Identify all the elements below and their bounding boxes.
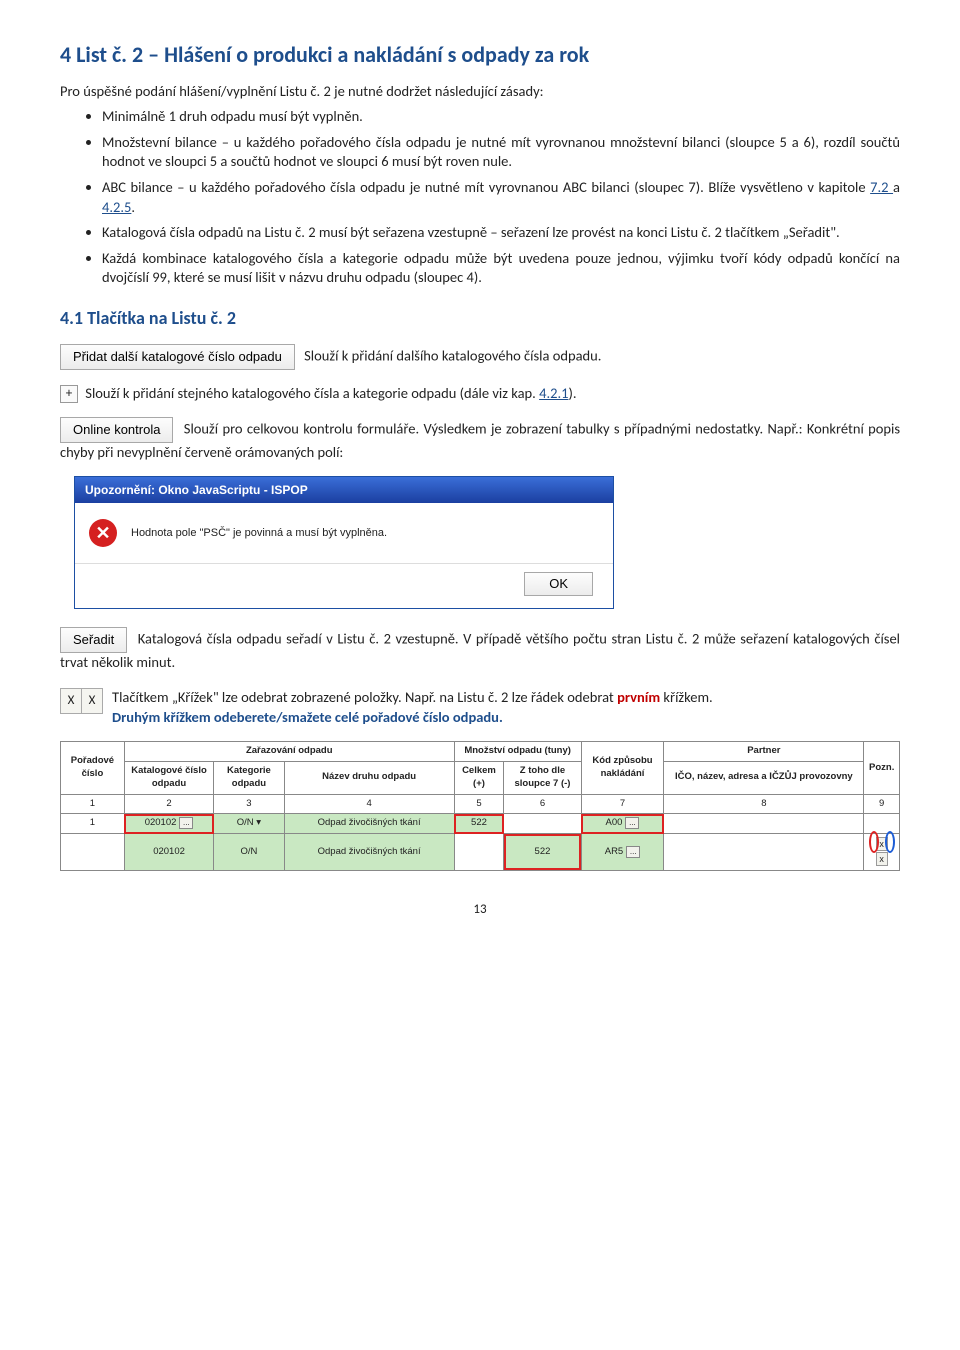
colnum-8: 8 [664, 794, 864, 814]
r2-ztoho[interactable]: 522 [504, 834, 581, 871]
col-poradove: Pořadové číslo [61, 742, 125, 794]
section-heading: 4 List č. 2 – Hlášení o produkci a naklá… [60, 40, 900, 70]
colgroup-partner: Partner [664, 742, 864, 762]
js-alert-dialog: Upozornění: Okno JavaScriptu - ISPOP ✕ H… [74, 476, 614, 609]
r1-pozn [864, 814, 900, 834]
r2-nazev: Odpad živočišných tkání [284, 834, 454, 871]
col-pozn: Pozn. [864, 742, 900, 794]
bullet-3-mid: a [893, 178, 900, 196]
bullet-1: Minimálně 1 druh odpadu musí být vyplněn… [102, 107, 900, 127]
r2-celkem [454, 834, 504, 871]
r1-partner [664, 814, 864, 834]
link-4-2-1[interactable]: 4.2.1 [539, 384, 568, 402]
bullet-4: Katalogová čísla odpadů na Listu č. 2 mu… [102, 223, 900, 243]
r1-kategorie[interactable]: O/N ▾ [214, 814, 284, 834]
x-desc-second: Druhým křížkem odeberete/smažete celé po… [112, 708, 503, 726]
waste-table: Pořadové číslo Zařazování odpadu Množstv… [60, 741, 900, 871]
x-desc-a: Tlačítkem „Křížek" lze odebrat zobrazené… [112, 688, 617, 706]
browse-button-kod[interactable]: ... [625, 817, 639, 829]
r1-kod[interactable]: A00... [581, 814, 664, 834]
colnum-4: 4 [284, 794, 454, 814]
column-numbers-row: 1 2 3 4 5 6 7 8 9 [61, 794, 900, 814]
subsection-heading: 4.1 Tlačítka na Listu č. 2 [60, 306, 900, 330]
r2-kod[interactable]: AR5... [581, 834, 664, 871]
link-7-2[interactable]: 7.2 [870, 178, 893, 196]
colgroup-mnozstvi: Množství odpadu (tuny) [454, 742, 581, 762]
r2-kod-value: AR5 [605, 846, 623, 857]
r1-katalogove[interactable]: 020102... [124, 814, 213, 834]
colgroup-zarazovani: Zařazování odpadu [124, 742, 454, 762]
dialog-ok-button[interactable]: OK [524, 572, 593, 596]
bullet-3: ABC bilance – u každého pořadového čísla… [102, 178, 900, 217]
x-desc-first: prvním [617, 688, 660, 706]
col-ico: IČO, název, adresa a IČZŮJ provozovny [664, 762, 864, 795]
x-button-2[interactable]: X [81, 688, 103, 714]
add-catalog-number-button[interactable]: Přidat další katalogové číslo odpadu [60, 344, 295, 370]
col-ztoho: Z toho dle sloupce 7 (-) [504, 762, 581, 795]
online-check-button[interactable]: Online kontrola [60, 417, 173, 443]
col-nazev: Název druhu odpadu [284, 762, 454, 795]
sort-desc: Katalogová čísla odpadu seřadí v Listu č… [60, 629, 900, 670]
error-icon: ✕ [89, 519, 117, 547]
bullet-2: Množstevní bilance – u každého pořadovéh… [102, 133, 900, 172]
row-delete-x2[interactable]: x [876, 852, 888, 866]
col-celkem: Celkem (+) [454, 762, 504, 795]
rules-list: Minimálně 1 druh odpadu musí být vyplněn… [60, 107, 900, 288]
browse-button[interactable]: ... [179, 817, 193, 829]
plus-desc-b: ). [568, 384, 576, 402]
r2-kategorie: O/N [214, 834, 284, 871]
plus-button[interactable]: + [60, 385, 78, 403]
browse-button-kod2[interactable]: ... [626, 846, 640, 858]
r1-kat-value: 020102 [145, 817, 177, 828]
r2-katalogove: 020102 [124, 834, 213, 871]
intro-text: Pro úspěšné podání hlášení/vyplnění List… [60, 82, 900, 102]
x-button-1[interactable]: X [60, 688, 82, 714]
link-4-2-5[interactable]: 4.2.5 [102, 198, 131, 216]
colnum-5: 5 [454, 794, 504, 814]
r2-partner [664, 834, 864, 871]
highlight-oval-blue [885, 831, 895, 853]
bullet-3-text: ABC bilance – u každého pořadového čísla… [102, 178, 870, 196]
r1-kateg-value: O/N [237, 817, 254, 828]
add-button-desc: Slouží k přidání dalšího katalogového čí… [304, 346, 601, 364]
data-row-2: 020102 O/N Odpad živočišných tkání 522 A… [61, 834, 900, 871]
col-kategorie: Kategorie odpadu [214, 762, 284, 795]
colnum-1: 1 [61, 794, 125, 814]
colnum-7: 7 [581, 794, 664, 814]
x-buttons-pair: XX [60, 688, 102, 714]
bullet-3-end: . [131, 198, 135, 216]
r1-nazev: Odpad živočišných tkání [284, 814, 454, 834]
colnum-9: 9 [864, 794, 900, 814]
x-desc-b: křížkem. [660, 688, 713, 706]
waste-table-wrap: Pořadové číslo Zařazování odpadu Množstv… [60, 741, 900, 871]
dialog-title: Upozornění: Okno JavaScriptu - ISPOP [75, 477, 613, 503]
online-desc: Slouží pro celkovou kontrolu formuláře. … [60, 419, 900, 460]
bullet-5: Každá kombinace katalogového čísla a kat… [102, 249, 900, 288]
r1-kod-value: A00 [606, 817, 623, 828]
page-number: 13 [60, 901, 900, 919]
colnum-2: 2 [124, 794, 213, 814]
data-row-1: 1 020102... O/N ▾ Odpad živočišných tkán… [61, 814, 900, 834]
colnum-6: 6 [504, 794, 581, 814]
colnum-3: 3 [214, 794, 284, 814]
r1-celkem[interactable]: 522 [454, 814, 504, 834]
dialog-message: Hodnota pole "PSČ" je povinná a musí být… [131, 526, 387, 541]
chevron-down-icon[interactable]: ▾ [256, 817, 261, 828]
r1-poradove: 1 [61, 814, 125, 834]
r2-pozn[interactable]: xx [864, 834, 900, 871]
r2-poradove [61, 834, 125, 871]
sort-button[interactable]: Seřadit [60, 627, 127, 653]
col-kod: Kód způsobu nakládání [581, 742, 664, 794]
plus-desc-a: Slouží k přidání stejného katalogového č… [85, 384, 539, 402]
col-katalogove: Katalogové číslo odpadu [124, 762, 213, 795]
r1-ztoho [504, 814, 581, 834]
